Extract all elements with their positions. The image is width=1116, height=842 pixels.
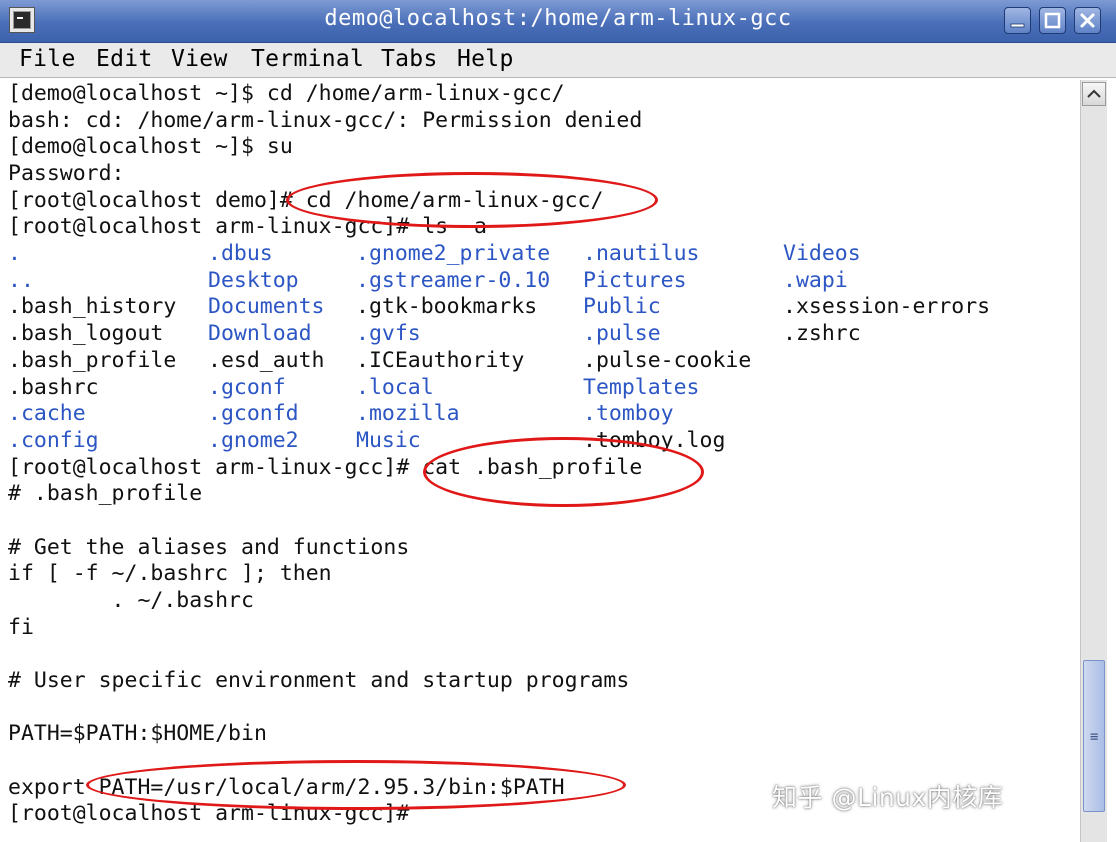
watermark: 知乎 @Linux内核库: [772, 783, 1004, 812]
listing-directory: .wapi: [783, 268, 848, 293]
terminal-line: # User specific environment and startup …: [8, 668, 630, 693]
annotation-ellipse: [423, 437, 704, 507]
terminal-line: bash: cd: /home/arm-linux-gcc/: Permissi…: [8, 108, 643, 133]
chevron-up-icon: [1087, 89, 1101, 98]
scroll-thumb[interactable]: ≡: [1083, 660, 1105, 812]
terminal-line: [demo@localhost ~]$ su: [8, 134, 293, 159]
listing-directory: .gconf: [208, 375, 286, 400]
menu-bar: File Edit View Terminal Tabs Help: [0, 43, 1116, 78]
listing-directory: .gnome2: [208, 428, 299, 453]
listing-directory: .gvfs: [356, 321, 421, 346]
listing-directory: .pulse: [583, 321, 661, 346]
terminal-line: if [ -f ~/.bashrc ]; then: [8, 561, 332, 586]
listing-file: .pulse-cookie: [583, 348, 752, 373]
terminal-line: PATH=$PATH:$HOME/bin: [8, 721, 267, 746]
terminal-line: # Get the aliases and functions: [8, 535, 410, 560]
listing-directory: .: [8, 241, 21, 266]
menu-tabs[interactable]: Tabs: [381, 46, 438, 72]
listing-directory: .nautilus: [583, 241, 700, 266]
listing-file: .ICEauthority: [356, 348, 525, 373]
listing-directory: .cache: [8, 401, 86, 426]
maximize-icon: [1044, 12, 1061, 29]
scroll-up-button[interactable]: [1082, 82, 1106, 106]
close-button[interactable]: [1074, 7, 1101, 34]
window-title: demo@localhost:/home/arm-linux-gcc: [324, 6, 792, 31]
annotation-ellipse: [86, 760, 626, 810]
minimize-icon: [1010, 23, 1025, 28]
listing-directory: .tomboy: [583, 401, 674, 426]
terminal-line: Password:: [8, 161, 125, 186]
terminal-line: . ~/.bashrc: [8, 588, 254, 613]
title-bar[interactable]: demo@localhost:/home/arm-linux-gcc: [0, 0, 1116, 43]
listing-directory: Documents: [208, 294, 325, 319]
listing-directory: Templates: [583, 375, 700, 400]
listing-directory: .local: [356, 375, 434, 400]
listing-directory: .config: [8, 428, 99, 453]
listing-directory: Desktop: [208, 268, 299, 293]
annotation-ellipse: [286, 172, 658, 228]
minimize-button[interactable]: [1004, 7, 1031, 34]
listing-directory: ..: [8, 268, 34, 293]
listing-file: .esd_auth: [208, 348, 325, 373]
listing-directory: .mozilla: [356, 401, 460, 426]
listing-directory: .dbus: [208, 241, 273, 266]
listing-directory: Public: [583, 294, 661, 319]
vertical-scrollbar[interactable]: ≡: [1080, 80, 1107, 842]
grip-icon: ≡: [1090, 729, 1099, 745]
listing-file: .bash_profile: [8, 348, 177, 373]
listing-directory: Videos: [783, 241, 861, 266]
menu-help[interactable]: Help: [457, 46, 514, 72]
menu-edit[interactable]: Edit: [96, 46, 153, 72]
terminal-line: fi: [8, 615, 34, 640]
terminal-line: [demo@localhost ~]$ cd /home/arm-linux-g…: [8, 81, 565, 106]
listing-file: .gtk-bookmarks: [356, 294, 538, 319]
menu-file[interactable]: File: [19, 46, 76, 72]
menu-terminal[interactable]: Terminal: [251, 46, 364, 72]
listing-file: .xsession-errors: [783, 294, 991, 319]
listing-directory: .gstreamer-0.10: [356, 268, 551, 293]
listing-file: .bashrc: [8, 375, 99, 400]
listing-file: .bash_history: [8, 294, 177, 319]
listing-directory: .gconfd: [208, 401, 299, 426]
listing-directory: Pictures: [583, 268, 687, 293]
terminal-line: # .bash_profile: [8, 481, 203, 506]
listing-directory: Download: [208, 321, 312, 346]
listing-directory: .gnome2_private: [356, 241, 551, 266]
listing-file: .bash_logout: [8, 321, 164, 346]
menu-view[interactable]: View: [171, 46, 228, 72]
maximize-button[interactable]: [1039, 7, 1066, 34]
listing-file: .zshrc: [783, 321, 861, 346]
close-icon: [1080, 13, 1095, 28]
listing-directory: Music: [356, 428, 421, 453]
